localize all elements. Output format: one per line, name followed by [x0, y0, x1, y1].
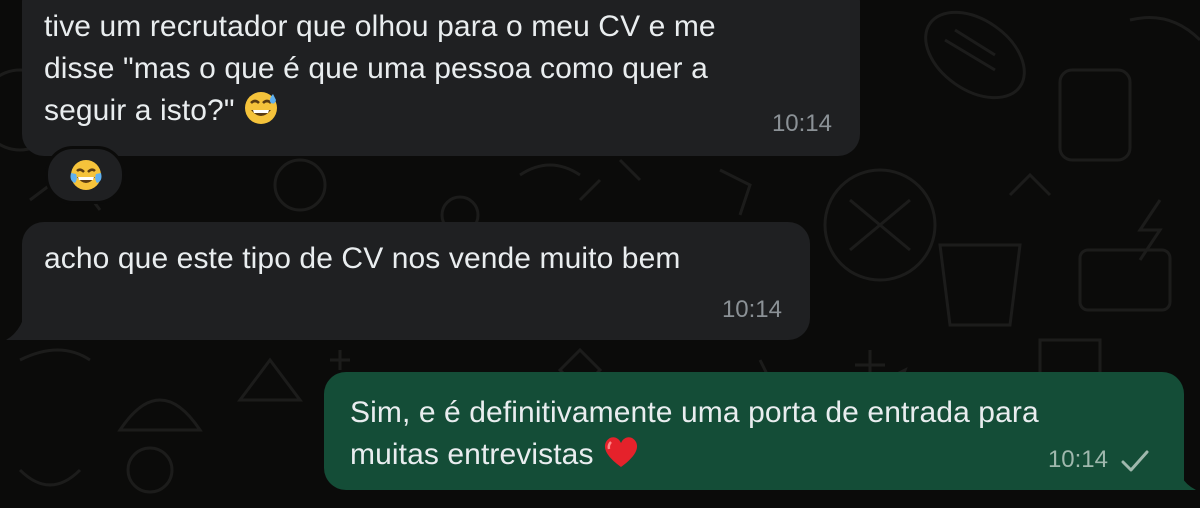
- message-timestamp: 10:14: [771, 110, 832, 137]
- message-timestamp: 10:14: [1047, 446, 1108, 473]
- sent-checkmark-icon: [1120, 448, 1150, 479]
- outgoing-message-bubble[interactable]: Sim, e é definitivamente uma porta de en…: [324, 372, 1184, 490]
- message-text-line-2-text: muitas entrevistas: [350, 438, 594, 471]
- message-text-line-1: acho que este tipo de CV nos vende muito…: [44, 242, 681, 275]
- message-text-line-1: tive um recrutador que olhou para o meu …: [44, 10, 716, 43]
- message-text-line-3-text: seguir a isto?": [44, 94, 235, 127]
- red-heart-emoji: [602, 434, 640, 482]
- message-text-line-2: muitas entrevistas: [350, 434, 640, 482]
- incoming-message-bubble[interactable]: tive um recrutador que olhou para o meu …: [22, 0, 860, 156]
- message-text-line-2: disse "mas o que é que uma pessoa como q…: [44, 52, 708, 85]
- incoming-message-bubble[interactable]: acho que este tipo de CV nos vende muito…: [22, 222, 810, 340]
- message-timestamp: 10:14: [721, 296, 782, 323]
- message-text-line-3: seguir a isto?": [44, 90, 279, 138]
- tears-of-joy-emoji: [68, 157, 104, 198]
- message-text-line-1: Sim, e é definitivamente uma porta de en…: [350, 396, 1039, 429]
- message-reaction[interactable]: [45, 146, 125, 204]
- grinning-sweat-emoji: [243, 90, 279, 138]
